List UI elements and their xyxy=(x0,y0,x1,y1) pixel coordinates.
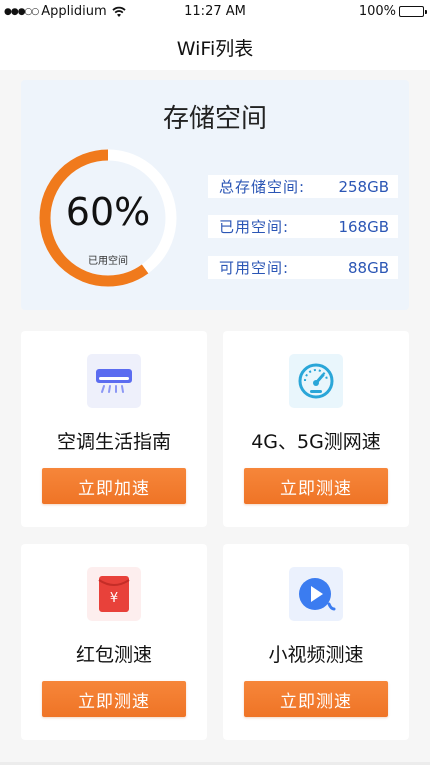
stat-total-label: 总存储空间: xyxy=(219,178,306,196)
speed-test-button[interactable]: 立即测速 xyxy=(244,468,388,504)
storage-card: 存储空间 60% 已用空间 总存储空间: 258GB 已用空间: 168GB 可… xyxy=(21,80,409,310)
stat-used-label: 已用空间: xyxy=(219,218,290,236)
accelerate-button[interactable]: 立即加速 xyxy=(42,468,186,504)
svg-text:¥: ¥ xyxy=(110,591,118,606)
battery-icon xyxy=(399,6,427,17)
battery-percent: 100% xyxy=(358,4,396,19)
speed-test-button[interactable]: 立即测速 xyxy=(244,681,388,717)
card-ac-guide[interactable]: 空调生活指南 立即加速 xyxy=(21,331,207,527)
speed-test-button[interactable]: 立即测速 xyxy=(42,681,186,717)
card-video-title: 小视频测速 xyxy=(268,644,364,666)
stat-total: 总存储空间: 258GB xyxy=(208,175,398,198)
stat-free-value: 88GB xyxy=(347,258,389,277)
stat-used: 已用空间: 168GB xyxy=(208,215,398,238)
storage-percent-label: 已用空间 xyxy=(88,256,128,267)
card-network-title: 4G、5G测网速 xyxy=(251,431,381,453)
storage-title: 存储空间 xyxy=(162,104,267,134)
status-right: 100% xyxy=(358,4,427,19)
status-bar: ●●●○○ Applidium 11:27 AM 100% xyxy=(0,0,430,24)
card-short-video[interactable]: 小视频测速 立即测速 xyxy=(223,544,409,740)
storage-usage-ring: 60% 已用空间 xyxy=(38,148,178,288)
storage-percent: 60% xyxy=(65,190,151,234)
page-title: WiFi列表 xyxy=(176,37,254,60)
speedometer-icon xyxy=(289,354,343,408)
card-red-envelope-title: 红包测速 xyxy=(75,644,152,666)
stat-free: 可用空间: 88GB xyxy=(208,256,398,279)
air-conditioner-icon xyxy=(87,354,141,408)
card-network-speed[interactable]: 4G、5G测网速 立即测速 xyxy=(223,331,409,527)
red-envelope-icon: ¥ xyxy=(87,567,141,621)
nav-bar: WiFi列表 xyxy=(0,24,430,70)
video-play-icon xyxy=(289,567,343,621)
stat-total-value: 258GB xyxy=(338,177,389,196)
stat-used-value: 168GB xyxy=(338,217,389,236)
card-red-envelope[interactable]: ¥ 红包测速 立即测速 xyxy=(21,544,207,740)
card-ac-title: 空调生活指南 xyxy=(56,431,171,453)
stat-free-label: 可用空间: xyxy=(219,259,290,277)
